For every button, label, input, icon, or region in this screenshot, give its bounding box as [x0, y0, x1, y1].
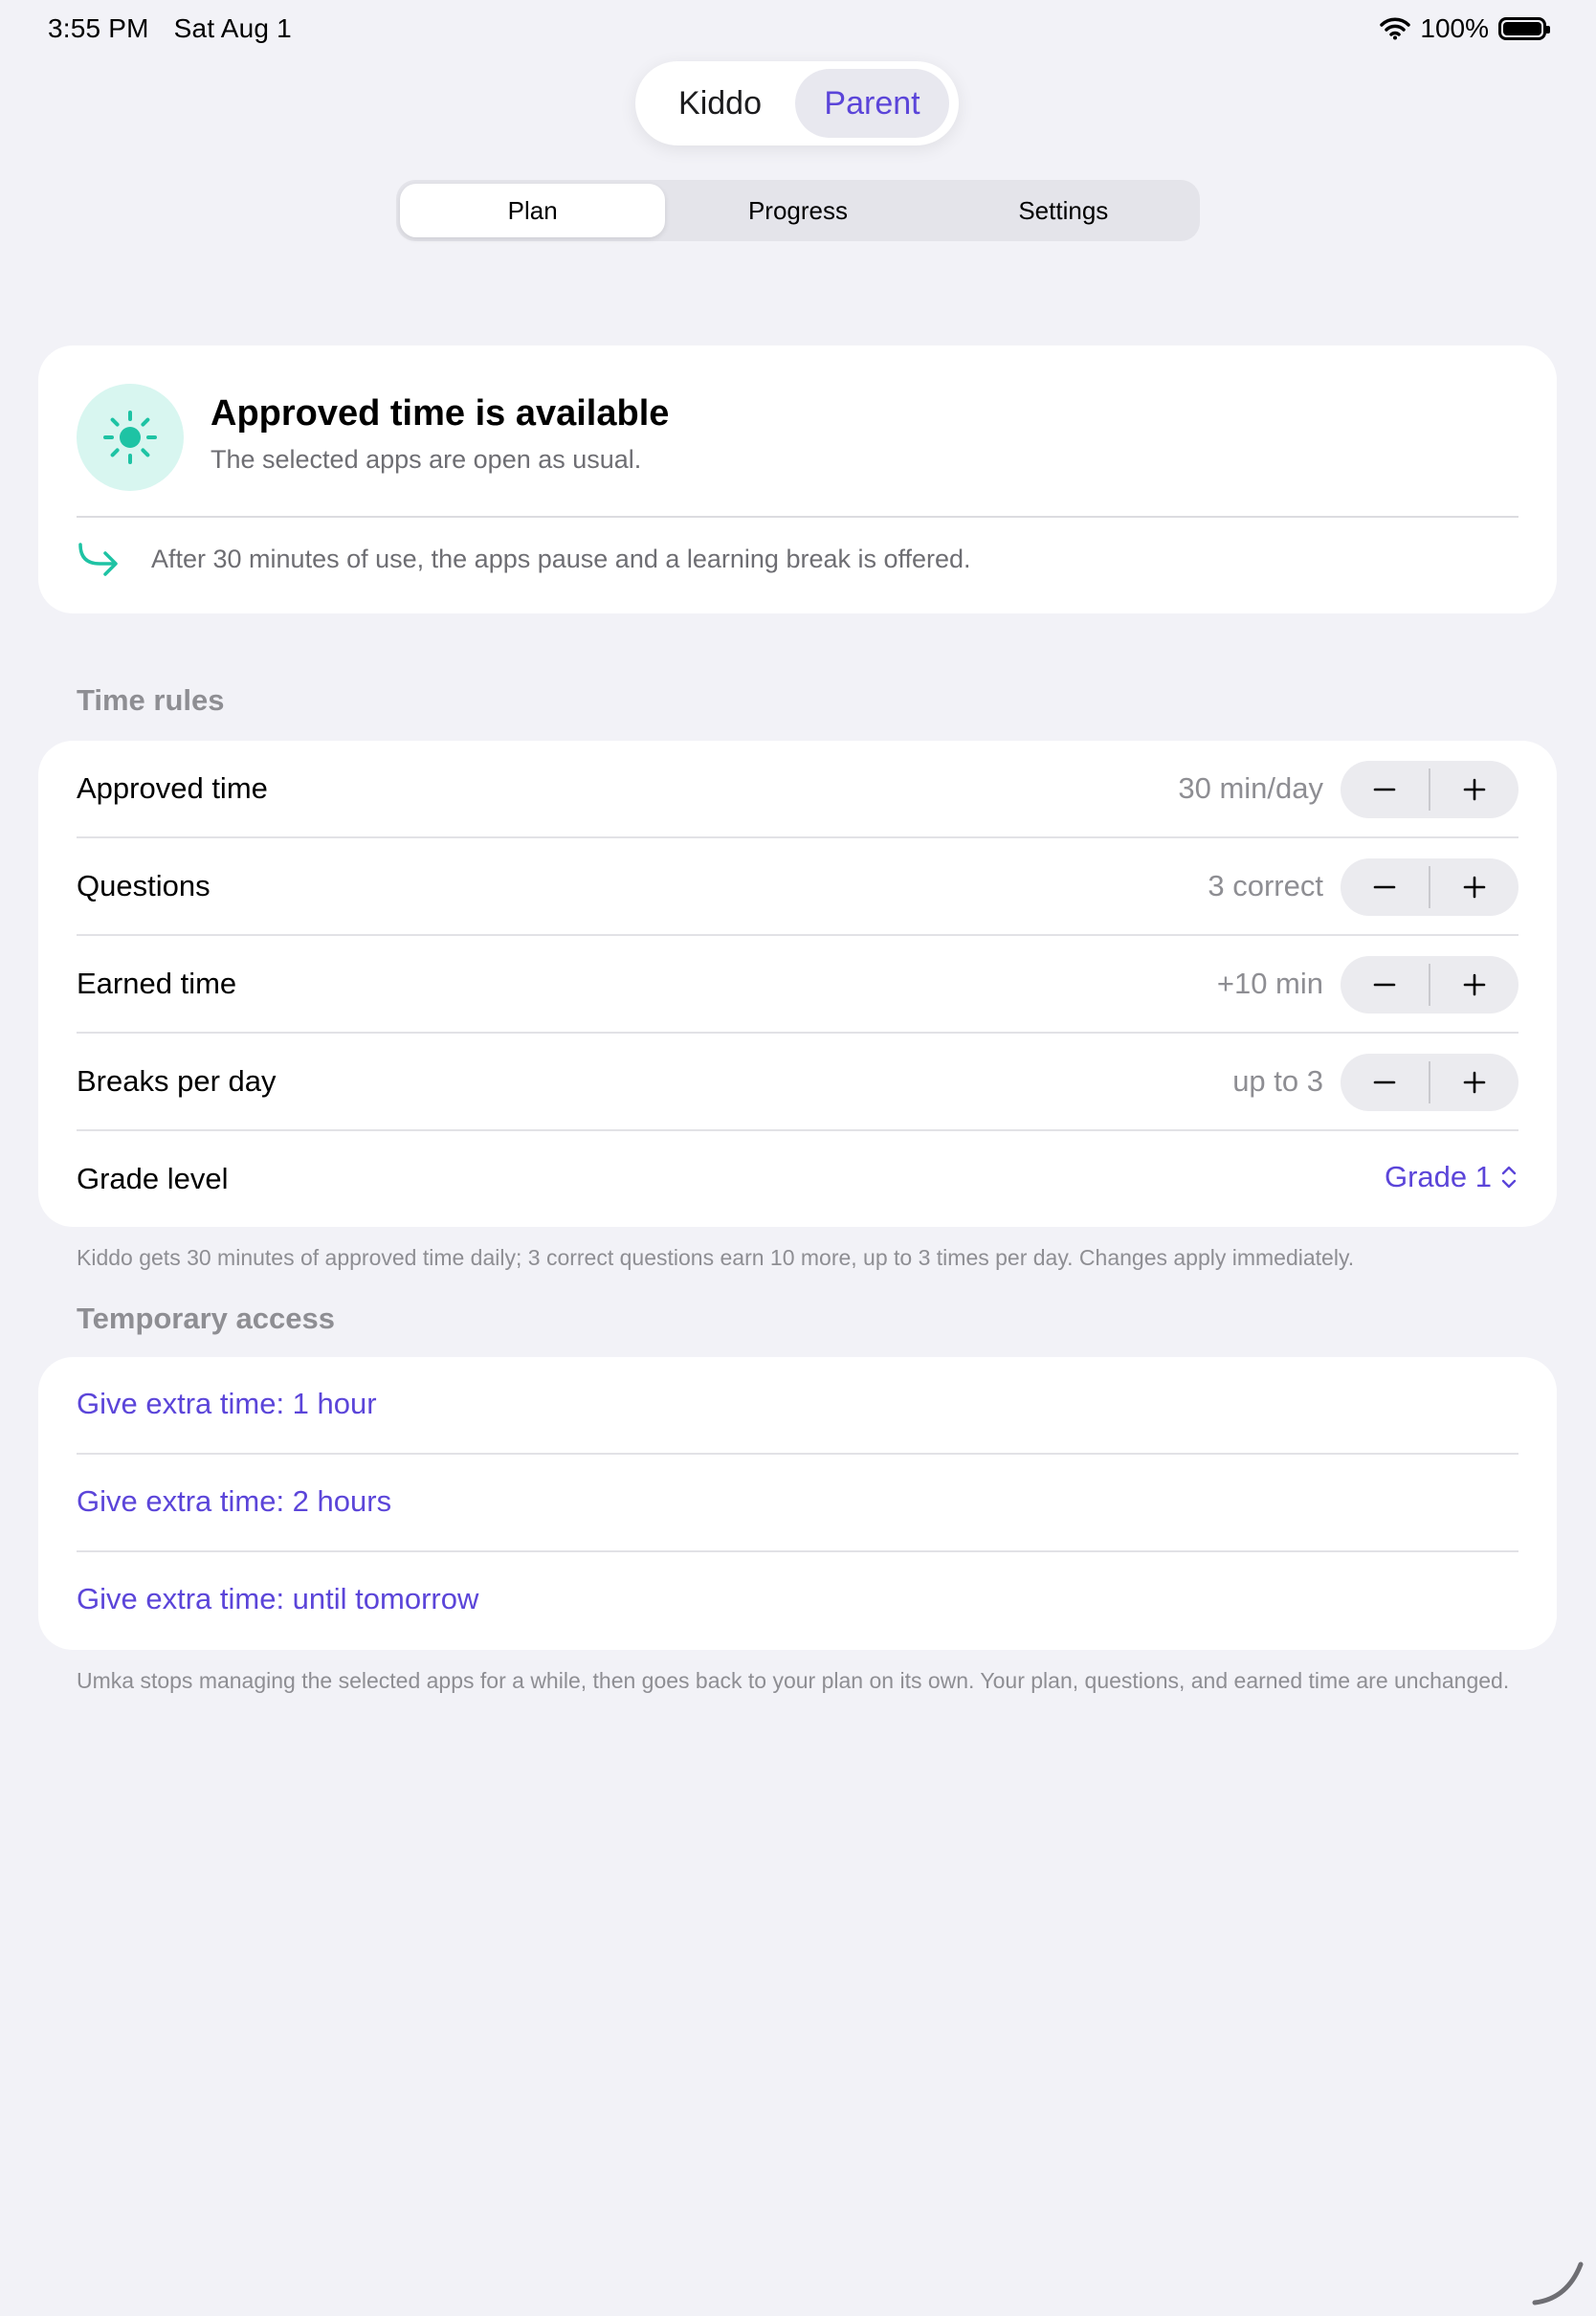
- extra-time-until-tomorrow-button[interactable]: Give extra time: until tomorrow: [77, 1582, 478, 1616]
- plus-icon: [1463, 973, 1486, 996]
- status-title: Approved time is available: [211, 393, 670, 434]
- tab-bar: Plan Progress Settings: [396, 180, 1200, 241]
- earned-time-stepper: [1341, 956, 1518, 1013]
- status-date: Sat Aug 1: [173, 13, 292, 43]
- increment-button[interactable]: [1430, 761, 1518, 818]
- divider: [77, 516, 1518, 518]
- rule-value: 30 min/day: [1178, 771, 1323, 805]
- increment-button[interactable]: [1430, 956, 1518, 1013]
- rule-row-approved-time: Approved time 30 min/day: [38, 741, 1557, 838]
- questions-stepper: [1341, 858, 1518, 916]
- time-rules-header: Time rules: [77, 683, 225, 717]
- time-rules-card: Approved time 30 min/day Questions 3 cor…: [38, 741, 1557, 1227]
- status-card: Approved time is available The selected …: [38, 345, 1557, 613]
- extra-time-2-hours-row[interactable]: Give extra time: 2 hours: [38, 1455, 1557, 1552]
- rule-row-grade-level[interactable]: Grade level Grade 1: [38, 1131, 1557, 1229]
- arrow-turn-right-icon: [78, 543, 118, 576]
- minus-icon: [1373, 788, 1396, 791]
- rule-value: 3 correct: [1208, 869, 1323, 902]
- increment-button[interactable]: [1430, 1054, 1518, 1111]
- battery-percent: 100%: [1420, 13, 1489, 43]
- minus-icon: [1373, 983, 1396, 987]
- status-time: 3:55 PM: [48, 13, 149, 43]
- decrement-button[interactable]: [1341, 1054, 1429, 1111]
- extra-time-2-hours-button[interactable]: Give extra time: 2 hours: [77, 1484, 391, 1519]
- status-bar-left: 3:55 PM Sat Aug 1: [48, 13, 309, 44]
- temporary-access-card: Give extra time: 1 hour Give extra time:…: [38, 1357, 1557, 1650]
- rule-row-earned-time: Earned time +10 min: [38, 936, 1557, 1034]
- rule-row-questions: Questions 3 correct: [38, 838, 1557, 936]
- corner-indicator-icon: [1532, 2261, 1584, 2305]
- status-note: After 30 minutes of use, the apps pause …: [151, 545, 971, 573]
- rule-value: up to 3: [1232, 1064, 1323, 1098]
- tab-progress[interactable]: Progress: [665, 184, 930, 237]
- rule-label: Breaks per day: [77, 1064, 277, 1098]
- tab-plan[interactable]: Plan: [400, 184, 666, 237]
- minus-icon: [1373, 1080, 1396, 1084]
- mode-switch: Kiddo Parent: [635, 61, 959, 145]
- mode-parent-button[interactable]: Parent: [795, 69, 949, 138]
- temporary-access-footnote: Umka stops managing the selected apps fo…: [77, 1668, 1510, 1693]
- plus-icon: [1463, 876, 1486, 899]
- tab-settings[interactable]: Settings: [931, 184, 1196, 237]
- temporary-access-header: Temporary access: [77, 1302, 335, 1335]
- grade-picker[interactable]: Grade 1: [1385, 1160, 1518, 1194]
- sun-icon: [77, 384, 184, 491]
- breaks-stepper: [1341, 1054, 1518, 1111]
- rule-label: Questions: [77, 869, 211, 902]
- rule-label: Grade level: [77, 1162, 229, 1195]
- rule-value: +10 min: [1216, 967, 1323, 1000]
- extra-time-1-hour-row[interactable]: Give extra time: 1 hour: [38, 1357, 1557, 1455]
- rule-label: Approved time: [77, 771, 268, 805]
- extra-time-1-hour-button[interactable]: Give extra time: 1 hour: [77, 1387, 377, 1421]
- status-bar-right: 100%: [1380, 13, 1550, 44]
- decrement-button[interactable]: [1341, 858, 1429, 916]
- minus-icon: [1373, 885, 1396, 889]
- increment-button[interactable]: [1430, 858, 1518, 916]
- battery-icon: [1498, 17, 1550, 40]
- rule-label: Earned time: [77, 967, 237, 1000]
- chevron-up-down-icon: [1501, 1166, 1517, 1189]
- rule-row-breaks-per-day: Breaks per day up to 3: [38, 1034, 1557, 1131]
- decrement-button[interactable]: [1341, 956, 1429, 1013]
- approved-time-stepper: [1341, 761, 1518, 818]
- mode-kiddo-button[interactable]: Kiddo: [645, 69, 795, 138]
- decrement-button[interactable]: [1341, 761, 1429, 818]
- grade-value: Grade 1: [1384, 1160, 1492, 1193]
- time-rules-footnote: Kiddo gets 30 minutes of approved time d…: [77, 1245, 1355, 1270]
- plus-icon: [1463, 778, 1486, 801]
- extra-time-until-tomorrow-row[interactable]: Give extra time: until tomorrow: [38, 1552, 1557, 1650]
- plus-icon: [1463, 1071, 1486, 1094]
- wifi-icon: [1380, 17, 1411, 40]
- status-subtitle: The selected apps are open as usual.: [211, 445, 642, 474]
